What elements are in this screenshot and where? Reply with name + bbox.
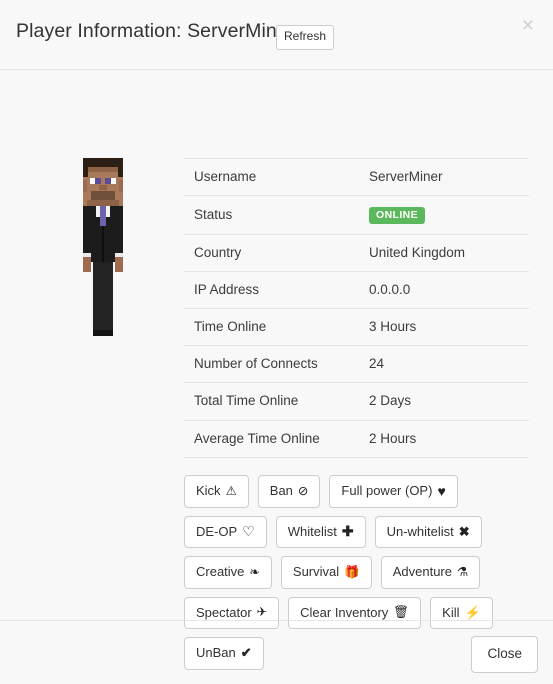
minecraft-player-skin-icon [83,158,139,338]
table-row: Status ONLINE [184,195,529,235]
action-button-creative[interactable]: Creative ❧ [184,556,272,589]
close-button[interactable]: Close [471,636,538,673]
action-button-kick[interactable]: Kick ⚠ [184,475,249,508]
heart-open-icon: ♡ [242,523,255,540]
action-button-label: Adventure [392,564,452,580]
player-info-table-body: Username ServerMiner Status ONLINE Country Un… [184,158,529,458]
heart-filled-icon: ♥ [437,482,446,499]
action-button-un-whitelist[interactable]: Un-whitelist ✖ [374,515,482,549]
info-row-label: Country [194,244,242,260]
action-button-label: Whitelist [287,523,337,539]
warning-triangle-icon: ⚠ [225,483,237,498]
info-row-label: IP Address [194,281,260,297]
button-row: Kick ⚠ Ban ⊘ Full power (OP) ♥ [184,475,529,508]
status-badge: ONLINE [369,207,426,224]
info-row-value: 0.0.0.0 [369,281,411,297]
cubes-icon: ❧ [249,564,260,579]
info-row-label: Number of Connects [194,356,318,372]
box-icon: 🎁 [344,564,360,579]
action-button-label: Survival [292,564,340,580]
button-row: DE-OP ♡ Whitelist ✚ Un-whitelist ✖ [184,515,529,549]
player-information-modal: Player Information: ServerMiner Refresh … [0,0,553,684]
action-button-label: Kick [196,483,221,498]
action-button-label: Un-whitelist [386,523,454,539]
table-row: Time Online 3 Hours [184,308,529,346]
info-row-label: Status [194,206,233,222]
trash-icon: 🗑 [393,605,410,620]
action-button-label: Ban [269,483,293,498]
action-button-full-power-op[interactable]: Full power (OP) ♥ [329,475,458,508]
modal-header: Player Information: ServerMiner Refresh … [0,0,553,70]
info-row-value: ServerMiner [369,169,443,184]
action-button-label: Creative [196,564,245,580]
info-row-value: 2 Hours [369,430,417,446]
info-row-label: Total Time Online [194,393,299,409]
lightning-bolt-icon: ⚡ [464,604,481,620]
x-mark-icon: ✖ [458,523,470,539]
table-row: Country United Kingdom [184,234,529,271]
table-row: Number of Connects 24 [184,345,529,383]
table-row: Username ServerMiner [184,158,529,196]
info-row-label: Time Online [194,319,267,335]
info-row-label: Username [194,169,257,184]
airplane-icon: ✈ [256,605,268,620]
info-row-value: ONLINE [359,196,529,235]
table-row: Total Time Online 2 Days [184,382,529,420]
action-button-whitelist[interactable]: Whitelist ✚ [275,515,366,549]
table-row: Average Time Online 2 Hours [184,420,529,458]
action-button-label: Clear Inventory [300,604,389,620]
info-row-value: United Kingdom [369,244,466,260]
modal-footer: Close [0,620,553,684]
info-row-value: 24 [369,356,385,372]
close-icon[interactable]: × [516,11,540,40]
info-row-label: Average Time Online [194,430,320,446]
info-row-value: 2 Days [369,393,412,409]
player-info-table: Username ServerMiner Status ONLINE Country Un… [184,158,529,458]
button-row: Creative ❧ Survival 🎁 Adventure ⚗ [184,556,529,589]
plus-icon: ✚ [341,523,354,540]
action-button-survival[interactable]: Survival 🎁 [280,556,372,589]
action-button-label: Spectator [196,604,252,620]
action-button-label: Kill [442,604,460,620]
table-row: IP Address 0.0.0.0 [184,271,529,308]
modal-body: Username ServerMiner Status ONLINE Country Un… [0,70,553,670]
action-button-label: DE-OP [196,523,238,539]
ban-circle-icon: ⊘ [297,483,309,498]
avatar [55,156,165,346]
action-button-adventure[interactable]: Adventure ⚗ [380,556,481,589]
refresh-button[interactable]: Refresh [276,25,335,50]
action-button-de-op[interactable]: DE-OP ♡ [184,515,267,549]
action-button-label: Full power (OP) [341,483,433,498]
flask-icon: ⚗ [457,564,469,579]
info-row-value: 3 Hours [369,319,417,335]
action-button-ban[interactable]: Ban ⊘ [257,475,321,508]
page-title: Player Information: ServerMiner [16,20,295,42]
